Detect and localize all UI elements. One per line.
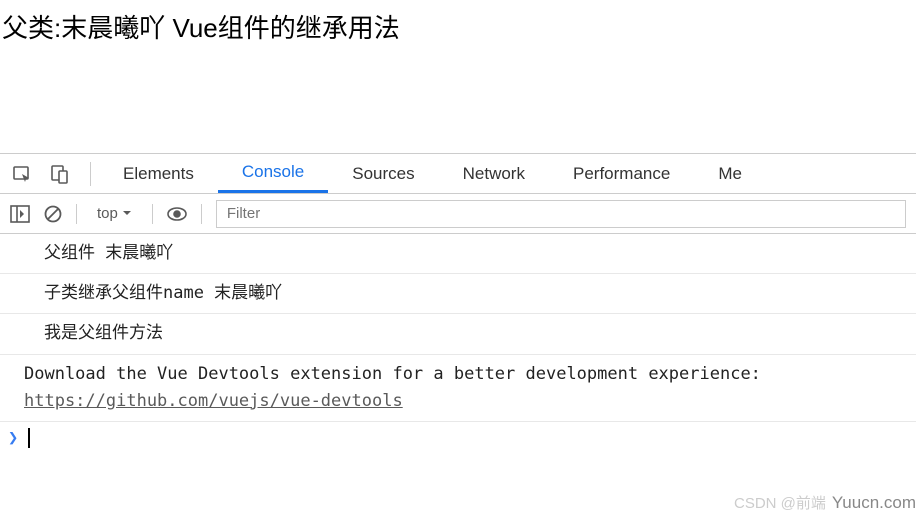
console-message-text: Download the Vue Devtools extension for … bbox=[24, 364, 761, 384]
divider bbox=[201, 204, 202, 224]
devtools-icon-group bbox=[0, 154, 82, 193]
devtools-link[interactable]: https://github.com/vuejs/vue-devtools bbox=[24, 391, 403, 411]
devtools-tabs: Elements Console Sources Network Perform… bbox=[0, 154, 916, 194]
tab-memory[interactable]: Me bbox=[694, 154, 766, 193]
console-log-line: Download the Vue Devtools extension for … bbox=[0, 355, 916, 422]
device-toggle-icon[interactable] bbox=[50, 164, 70, 184]
filter-input[interactable] bbox=[216, 200, 906, 228]
page-title: 父类:末晨曦吖 Vue组件的继承用法 bbox=[0, 8, 916, 45]
context-label: top bbox=[97, 205, 118, 222]
chevron-down-icon bbox=[122, 205, 132, 222]
devtools-panel: Elements Console Sources Network Perform… bbox=[0, 153, 916, 454]
console-log-line: 子类继承父组件name 末晨曦吖 bbox=[0, 274, 916, 314]
console-output: 父组件 末晨曦吖 子类继承父组件name 末晨曦吖 我是父组件方法 Downlo… bbox=[0, 234, 916, 454]
tab-console[interactable]: Console bbox=[218, 154, 328, 193]
console-log-line: 我是父组件方法 bbox=[0, 314, 916, 354]
clear-console-icon[interactable] bbox=[44, 205, 62, 223]
context-dropdown[interactable]: top bbox=[91, 203, 138, 224]
watermark-text: CSDN @前端 bbox=[734, 492, 826, 513]
page-content: 父类:末晨曦吖 Vue组件的继承用法 bbox=[0, 0, 916, 45]
prompt-cursor bbox=[28, 428, 30, 448]
prompt-arrow-icon: ❯ bbox=[8, 428, 18, 448]
divider bbox=[152, 204, 153, 224]
console-log-line: 父组件 末晨曦吖 bbox=[0, 234, 916, 274]
tab-performance[interactable]: Performance bbox=[549, 154, 694, 193]
sidebar-toggle-icon[interactable] bbox=[10, 205, 30, 223]
watermark-text: Yuucn.com bbox=[832, 493, 916, 513]
tab-sources[interactable]: Sources bbox=[328, 154, 438, 193]
live-expression-icon[interactable] bbox=[167, 207, 187, 221]
console-toolbar: top bbox=[0, 194, 916, 234]
divider bbox=[76, 204, 77, 224]
console-prompt[interactable]: ❯ bbox=[0, 422, 916, 454]
tab-network[interactable]: Network bbox=[439, 154, 549, 193]
inspect-icon[interactable] bbox=[12, 164, 32, 184]
divider bbox=[90, 162, 91, 186]
watermark: CSDN @前端 Yuucn.com bbox=[734, 492, 916, 513]
tab-elements[interactable]: Elements bbox=[99, 154, 218, 193]
